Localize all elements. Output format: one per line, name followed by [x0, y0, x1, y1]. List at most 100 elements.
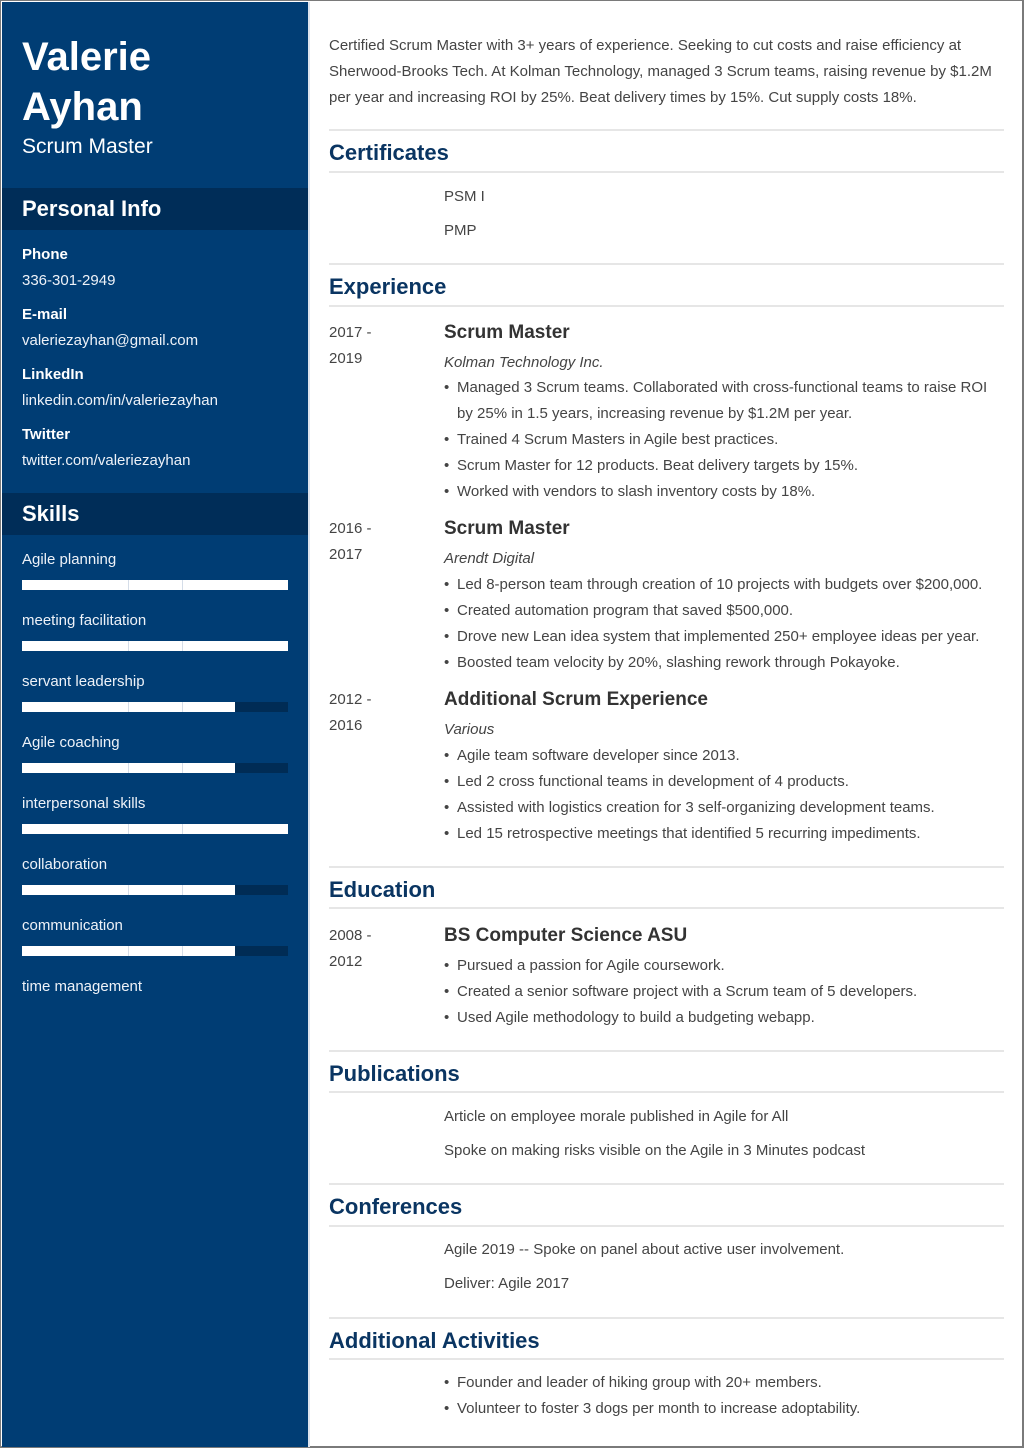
bullet-item: Drove new Lean idea system that implemen…	[444, 624, 1004, 650]
date-end: 2016	[329, 717, 363, 734]
publication-item: Spoke on making risks visible on the Agi…	[444, 1142, 866, 1159]
skill-bar-segment-divider	[128, 702, 129, 712]
skill-bar-segment-divider	[128, 946, 129, 956]
skill-name: collaboration	[22, 856, 108, 873]
divider	[329, 1091, 1004, 1093]
skill-bar-segment-divider	[128, 885, 129, 895]
twitter-label: Twitter	[22, 426, 71, 443]
job-bullets: Led 8-person team through creation of 10…	[444, 572, 1004, 676]
publication-item: Article on employee morale published in …	[444, 1108, 789, 1125]
activities-title: Additional Activities	[329, 1328, 540, 1353]
bullet-item: Pursued a passion for Agile coursework.	[444, 953, 1004, 979]
skill-level-fill	[22, 580, 288, 590]
email-label: E-mail	[22, 306, 68, 323]
date-end: 2017	[329, 546, 363, 563]
bullet-item: Created a senior software project with a…	[444, 979, 1004, 1005]
bullet-item: Led 2 cross functional teams in developm…	[444, 769, 1004, 795]
bullet-item: Trained 4 Scrum Masters in Agile best pr…	[444, 427, 1004, 453]
skill-name: interpersonal skills	[22, 795, 146, 812]
skill-bar-segment-divider	[128, 763, 129, 773]
conference-item: Deliver: Agile 2017	[444, 1275, 570, 1292]
skill-level-fill	[22, 824, 288, 834]
skill-bar-segment-divider	[182, 946, 183, 956]
skill-name: Agile coaching	[22, 734, 120, 751]
skill-bar-segment-divider	[182, 580, 183, 590]
skill-name: meeting facilitation	[22, 612, 147, 629]
last-name: Ayhan	[22, 85, 143, 129]
skill-name: Agile planning	[22, 551, 117, 568]
divider	[329, 1317, 1004, 1319]
company-name: Arendt Digital	[444, 550, 535, 567]
bullet-item: Used Agile methodology to build a budget…	[444, 1005, 1004, 1031]
linkedin-value[interactable]: linkedin.com/in/valeriezayhan	[22, 392, 218, 409]
divider	[329, 171, 1004, 173]
activities-bullets: Founder and leader of hiking group with …	[444, 1370, 1004, 1422]
first-name: Valerie	[22, 35, 152, 79]
degree-title: BS Computer Science ASU	[444, 925, 688, 946]
company-name: Kolman Technology Inc.	[444, 354, 604, 371]
skill-level-bar	[22, 641, 288, 651]
twitter-value[interactable]: twitter.com/valeriezayhan	[22, 452, 190, 469]
divider	[329, 1183, 1004, 1185]
phone-label: Phone	[22, 246, 68, 263]
divider	[329, 907, 1004, 909]
skill-level-bar	[22, 946, 288, 956]
company-name: Various	[444, 721, 495, 738]
divider	[329, 866, 1004, 868]
divider	[329, 305, 1004, 307]
experience-title: Experience	[329, 274, 447, 299]
date-end: 2019	[329, 350, 363, 367]
divider	[329, 1358, 1004, 1360]
bullet-item: Scrum Master for 12 products. Beat deliv…	[444, 453, 1004, 479]
skill-level-bar	[22, 824, 288, 834]
bullet-item: Created automation program that saved $5…	[444, 598, 1004, 624]
publications-title: Publications	[329, 1061, 460, 1086]
skill-bar-segment-divider	[128, 824, 129, 834]
skill-bar-segment-divider	[182, 763, 183, 773]
conference-item: Agile 2019 -- Spoke on panel about activ…	[444, 1241, 845, 1258]
skill-level-bar	[22, 702, 288, 712]
certificates-title: Certificates	[329, 140, 449, 165]
bullet-item: Managed 3 Scrum teams. Collaborated with…	[444, 375, 1004, 427]
education-title: Education	[329, 877, 436, 902]
skills-heading: Skills	[2, 493, 308, 535]
divider	[329, 263, 1004, 265]
bullet-item: Worked with vendors to slash inventory c…	[444, 479, 1004, 505]
bullet-item: Assisted with logistics creation for 3 s…	[444, 795, 1004, 821]
education-bullets: Pursued a passion for Agile coursework. …	[444, 953, 1004, 1031]
sidebar-divider	[308, 2, 310, 1447]
conferences-title: Conferences	[329, 1194, 463, 1219]
skill-bar-segment-divider	[182, 824, 183, 834]
bullet-item: Agile team software developer since 2013…	[444, 743, 1004, 769]
skill-level-fill	[22, 641, 288, 651]
bullet-item: Led 8-person team through creation of 10…	[444, 572, 1004, 598]
bullet-item: Boosted team velocity by 20%, slashing r…	[444, 650, 1004, 676]
resume-page: Valerie Ayhan Scrum Master Personal Info…	[0, 0, 1024, 1448]
candidate-name: Valerie Ayhan	[22, 32, 151, 132]
date-start: 2016 -	[329, 520, 372, 537]
job-bullets: Managed 3 Scrum teams. Collaborated with…	[444, 375, 1004, 505]
skill-bar-segment-divider	[182, 702, 183, 712]
skill-level-bar	[22, 763, 288, 773]
job-title: Scrum Master	[444, 518, 570, 539]
skill-name: servant leadership	[22, 673, 145, 690]
bullet-item: Led 15 retrospective meetings that ident…	[444, 821, 1004, 847]
email-value[interactable]: valeriezayhan@gmail.com	[22, 332, 198, 349]
job-role: Scrum Master	[22, 135, 153, 158]
skill-name: time management	[22, 978, 143, 995]
divider	[329, 129, 1004, 131]
skill-bar-segment-divider	[182, 641, 183, 651]
phone-value: 336-301-2949	[22, 272, 116, 289]
job-title: Scrum Master	[444, 322, 570, 343]
skill-level-bar	[22, 885, 288, 895]
certificate-item: PSM I	[444, 188, 485, 205]
job-title: Additional Scrum Experience	[444, 689, 708, 710]
skill-name: communication	[22, 917, 123, 934]
divider	[329, 1225, 1004, 1227]
date-end: 2012	[329, 953, 363, 970]
divider	[329, 1050, 1004, 1052]
bullet-item: Volunteer to foster 3 dogs per month to …	[444, 1396, 1004, 1422]
sidebar: Valerie Ayhan Scrum Master Personal Info…	[2, 2, 308, 1447]
skill-bar-segment-divider	[128, 580, 129, 590]
certificate-item: PMP	[444, 222, 477, 239]
